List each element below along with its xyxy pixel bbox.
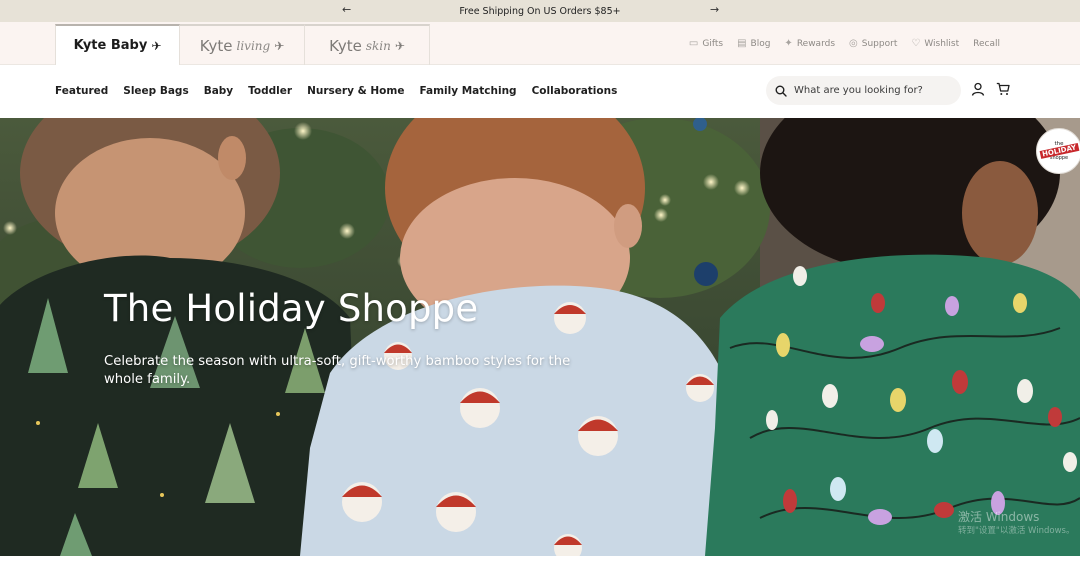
gifts-label: Gifts [702, 38, 724, 49]
globe-icon: ◎ [849, 38, 858, 49]
os-activation-watermark: 激活 Windows [958, 510, 1040, 524]
brand-name: Kyte [329, 36, 362, 55]
book-icon: ▤ [737, 38, 747, 49]
search-bar[interactable] [766, 76, 961, 105]
gift-card-icon: ▭ [688, 38, 699, 49]
brand-name: Kyte Baby [73, 38, 148, 53]
search-input[interactable] [794, 85, 944, 96]
kite-logo-icon: ✈ [394, 38, 405, 53]
hero-photo [0, 118, 1080, 556]
os-activation-watermark-sub: 转到"设置"以激活 Windows。 [958, 526, 1075, 536]
nav-collaborations[interactable]: Collaborations [532, 85, 618, 97]
brand-bar: Kyte Baby ✈ Kyte living ✈ Kyte skin ✈ ▭ … [0, 22, 1080, 65]
brand-tab-kyte-baby[interactable]: Kyte Baby ✈ [55, 24, 180, 65]
cart-icon[interactable] [996, 82, 1010, 96]
nav-family-matching[interactable]: Family Matching [419, 85, 516, 97]
prev-arrow-icon[interactable]: ← [342, 3, 351, 16]
sparkle-icon: ✦ [784, 38, 793, 49]
category-links: Featured Sleep Bags Baby Toddler Nursery… [55, 65, 617, 117]
recall-label: Recall [973, 38, 1000, 49]
account-icon[interactable] [971, 82, 985, 96]
blog-link[interactable]: ▤ Blog [737, 38, 770, 49]
next-arrow-icon[interactable]: → [710, 3, 719, 16]
holiday-shoppe-badge[interactable]: the HOLIDAY shoppe [1036, 128, 1080, 174]
brand-tab-kyte-skin[interactable]: Kyte skin ✈ [305, 24, 430, 65]
search-icon [775, 85, 787, 97]
kite-logo-icon: ✈ [151, 38, 162, 53]
hero-subtitle: Celebrate the season with ultra-soft, gi… [104, 354, 571, 387]
wishlist-label: Wishlist [924, 38, 960, 49]
support-label: Support [861, 38, 898, 49]
wishlist-link[interactable]: ♡ Wishlist [911, 38, 959, 49]
nav-nursery-home[interactable]: Nursery & Home [307, 85, 404, 97]
gifts-link[interactable]: ▭ Gifts [689, 38, 723, 49]
page-bottom-strip [0, 556, 1080, 563]
nav-toddler[interactable]: Toddler [248, 85, 292, 97]
recall-link[interactable]: Recall [973, 39, 1000, 49]
utility-links: ▭ Gifts ▤ Blog ✦ Rewards ◎ Support ♡ Wis… [689, 22, 1000, 65]
nav-featured[interactable]: Featured [55, 85, 108, 97]
main-nav: Featured Sleep Bags Baby Toddler Nursery… [0, 65, 1080, 117]
announcement-bar: ← Free Shipping On US Orders $85+ → [0, 0, 1080, 22]
nav-baby[interactable]: Baby [204, 85, 233, 97]
rewards-label: Rewards [796, 38, 836, 49]
kite-logo-icon: ✈ [274, 38, 285, 53]
heart-icon: ♡ [911, 38, 921, 49]
brand-script: skin [365, 38, 391, 53]
brand-tab-kyte-living[interactable]: Kyte living ✈ [180, 24, 305, 65]
hero-banner[interactable]: The Holiday Shoppe Celebrate the season … [0, 118, 1080, 556]
blog-label: Blog [750, 38, 771, 49]
brand-name: Kyte [199, 36, 233, 55]
hero-title: The Holiday Shoppe [104, 287, 479, 330]
nav-sleep-bags[interactable]: Sleep Bags [123, 85, 188, 97]
support-link[interactable]: ◎ Support [849, 38, 897, 49]
announcement-text: Free Shipping On US Orders $85+ [459, 5, 621, 17]
brand-script: living [236, 38, 271, 53]
rewards-link[interactable]: ✦ Rewards [784, 38, 835, 49]
